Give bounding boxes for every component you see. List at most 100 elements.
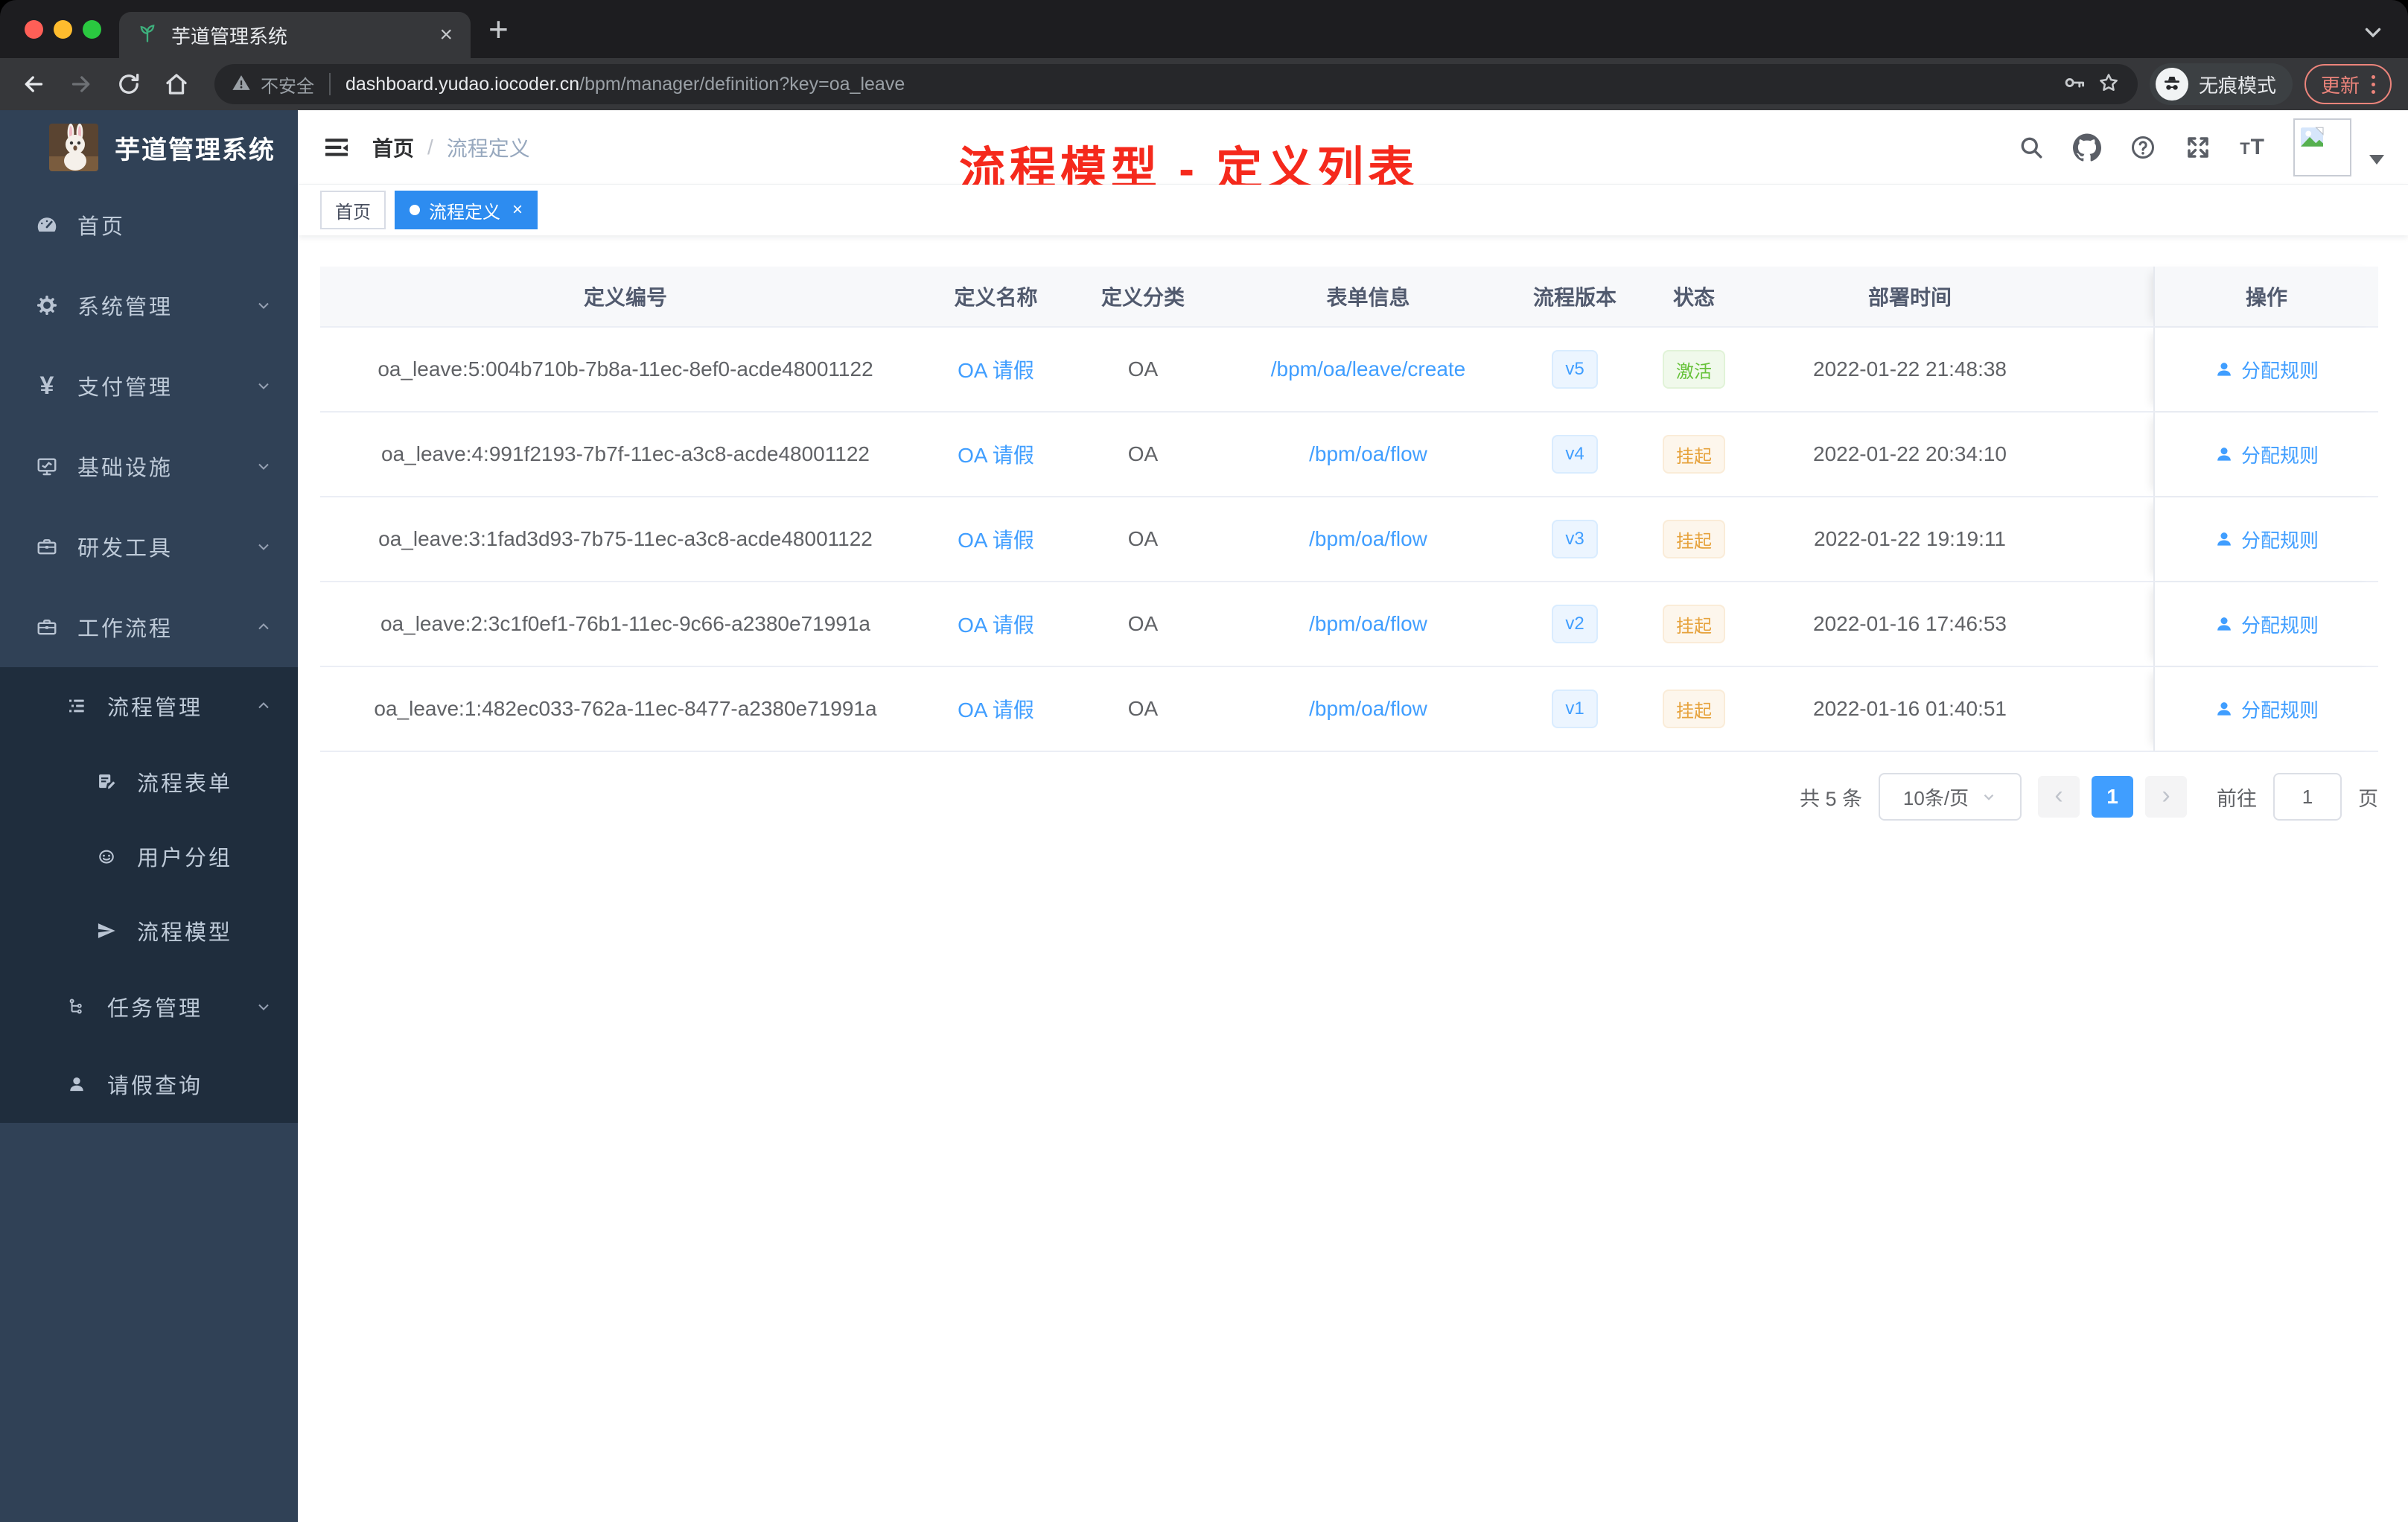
browser-update-button[interactable]: 更新 <box>2304 64 2392 104</box>
security-label[interactable]: 不安全 <box>261 71 314 98</box>
definition-name-link[interactable]: OA 请假 <box>958 694 1034 724</box>
paper-plane-icon <box>94 920 119 941</box>
tab-title: 芋道管理系统 <box>171 25 288 48</box>
form-link[interactable]: /bpm/oa/flow <box>1309 697 1427 721</box>
user-icon <box>2217 448 2231 461</box>
main-area: 首页 / 流程定义 流程模型 - 定义列表 TT 首页 流程定义 × 定义编号 … <box>298 110 2408 1522</box>
sidebar-item-task-mgmt[interactable]: 任务管理 <box>0 968 298 1045</box>
minimize-window-button[interactable] <box>54 20 72 39</box>
column-header: 部署时间 <box>1867 286 1952 309</box>
sidebar-item-home[interactable]: 首页 <box>0 185 298 265</box>
chevron-up-icon <box>255 618 273 636</box>
fullscreen-icon[interactable] <box>2185 134 2211 161</box>
sidebar-item-label: 基础设施 <box>77 456 173 480</box>
tag-process-definition[interactable]: 流程定义 × <box>395 191 538 229</box>
new-tab-button[interactable]: + <box>488 12 509 46</box>
assign-rule-button[interactable]: 分配规则 <box>2214 441 2319 468</box>
password-key-icon[interactable] <box>2062 70 2087 99</box>
deploy-time: 2022-01-16 17:46:53 <box>1813 612 2007 635</box>
github-icon[interactable] <box>2073 133 2102 162</box>
sidebar-toggle-icon[interactable] <box>322 133 351 162</box>
sidebar-item-label: 请假查询 <box>107 1074 203 1098</box>
chevron-down-icon <box>255 538 273 555</box>
navbar: 首页 / 流程定义 流程模型 - 定义列表 TT <box>298 110 2408 195</box>
table-row: oa_leave:3:1fad3d93-7b75-11ec-a3c8-acde4… <box>320 497 2378 582</box>
definition-id: oa_leave:2:3c1f0ef1-76b1-11ec-9c66-a2380… <box>380 612 870 635</box>
sidebar-item-label: 流程模型 <box>137 921 233 945</box>
breadcrumb-home[interactable]: 首页 <box>372 133 414 162</box>
sidebar-item-label: 用户分组 <box>137 847 233 870</box>
sidebar-item-payment[interactable]: ¥ 支付管理 <box>0 346 298 426</box>
workflow-submenu: 流程管理 流程表单 用户分组 流程模型 任务管理 请假查询 <box>0 667 298 1123</box>
browser-menu-icon[interactable] <box>2372 74 2375 94</box>
assign-rule-button[interactable]: 分配规则 <box>2214 695 2319 723</box>
browser-toolbar: 不安全 dashboard.yudao.iocoder.cn/bpm/manag… <box>0 58 2408 110</box>
page-number-active[interactable]: 1 <box>2092 776 2133 818</box>
sidebar-item-leave-query[interactable]: 请假查询 <box>0 1045 298 1123</box>
tag-close-icon[interactable]: × <box>512 201 523 219</box>
briefcase-icon <box>34 616 60 638</box>
tag-home[interactable]: 首页 <box>320 191 386 229</box>
url-path: /bpm/manager/definition?key=oa_leave <box>579 73 905 95</box>
close-window-button[interactable] <box>25 20 43 39</box>
version-badge: v4 <box>1552 435 1598 474</box>
tab-search-icon[interactable] <box>2360 19 2386 48</box>
column-header: 表单信息 <box>1326 286 1410 309</box>
sidebar-item-infrastructure[interactable]: 基础设施 <box>0 426 298 506</box>
column-header: 流程版本 <box>1532 286 1617 309</box>
chevron-down-icon <box>255 296 273 314</box>
sidebar-item-system[interactable]: 系统管理 <box>0 265 298 346</box>
sidebar-item-label: 首页 <box>77 215 126 239</box>
font-size-icon[interactable]: TT <box>2240 135 2265 160</box>
logo-image <box>49 124 98 171</box>
flow-tree-icon <box>64 996 89 1017</box>
sidebar-item-process-form[interactable]: 流程表单 <box>0 745 298 819</box>
form-link[interactable]: /bpm/oa/flow <box>1309 442 1427 466</box>
home-button-icon[interactable] <box>159 67 194 101</box>
definition-id: oa_leave:4:991f2193-7b7f-11ec-a3c8-acde4… <box>381 442 870 465</box>
definition-id: oa_leave:5:004b710b-7b8a-11ec-8ef0-acde4… <box>378 357 873 380</box>
definition-category: OA <box>1127 442 1159 465</box>
forward-button-icon[interactable] <box>64 67 98 101</box>
avatar-caret-icon[interactable] <box>2369 155 2384 165</box>
definition-name-link[interactable]: OA 请假 <box>958 524 1034 554</box>
form-link[interactable]: /bpm/oa/flow <box>1309 612 1427 636</box>
sidebar-item-workflow[interactable]: 工作流程 <box>0 587 298 667</box>
sidebar-item-process-mgmt[interactable]: 流程管理 <box>0 667 298 745</box>
page-size-select[interactable]: 10条/页 <box>1879 773 2022 821</box>
status-badge: 挂起 <box>1663 690 1725 728</box>
form-link[interactable]: /bpm/oa/leave/create <box>1271 357 1466 381</box>
definition-name-link[interactable]: OA 请假 <box>958 609 1034 639</box>
sidebar-item-process-model[interactable]: 流程模型 <box>0 894 298 968</box>
form-link[interactable]: /bpm/oa/flow <box>1309 527 1427 551</box>
sidebar-logo[interactable]: 芋道管理系统 <box>0 110 298 185</box>
tab-close-icon[interactable]: × <box>439 24 453 46</box>
assign-rule-button[interactable]: 分配规则 <box>2214 356 2319 383</box>
definition-name-link[interactable]: OA 请假 <box>958 439 1034 469</box>
browser-tab[interactable]: 芋道管理系统 × <box>119 12 471 58</box>
table-row: oa_leave:5:004b710b-7b8a-11ec-8ef0-acde4… <box>320 328 2378 413</box>
next-page-button[interactable]: › <box>2145 776 2187 818</box>
version-badge: v1 <box>1552 690 1598 728</box>
help-icon[interactable] <box>2130 134 2156 161</box>
table-row: oa_leave:1:482ec033-762a-11ec-8477-a2380… <box>320 667 2378 752</box>
version-badge: v3 <box>1552 520 1598 558</box>
bookmark-star-icon[interactable] <box>2096 70 2121 99</box>
address-bar[interactable]: 不安全 dashboard.yudao.iocoder.cn/bpm/manag… <box>214 64 2138 104</box>
back-button-icon[interactable] <box>16 67 51 101</box>
app-title: 芋道管理系统 <box>115 136 275 165</box>
definition-name-link[interactable]: OA 请假 <box>958 354 1034 384</box>
security-warning-icon[interactable] <box>231 72 252 97</box>
breadcrumb-current: 流程定义 <box>446 136 530 160</box>
goto-page-input[interactable]: 1 <box>2273 773 2342 821</box>
search-icon[interactable] <box>2018 134 2045 161</box>
prev-page-button[interactable]: ‹ <box>2038 776 2080 818</box>
reload-button-icon[interactable] <box>112 67 146 101</box>
assign-rule-button[interactable]: 分配规则 <box>2214 611 2319 638</box>
sidebar-item-dev-tools[interactable]: 研发工具 <box>0 506 298 587</box>
zoom-window-button[interactable] <box>83 20 101 39</box>
sidebar-item-user-group[interactable]: 用户分组 <box>0 819 298 894</box>
assign-rule-button[interactable]: 分配规则 <box>2214 526 2319 553</box>
avatar[interactable] <box>2293 118 2351 176</box>
incognito-badge: 无痕模式 <box>2149 63 2293 105</box>
